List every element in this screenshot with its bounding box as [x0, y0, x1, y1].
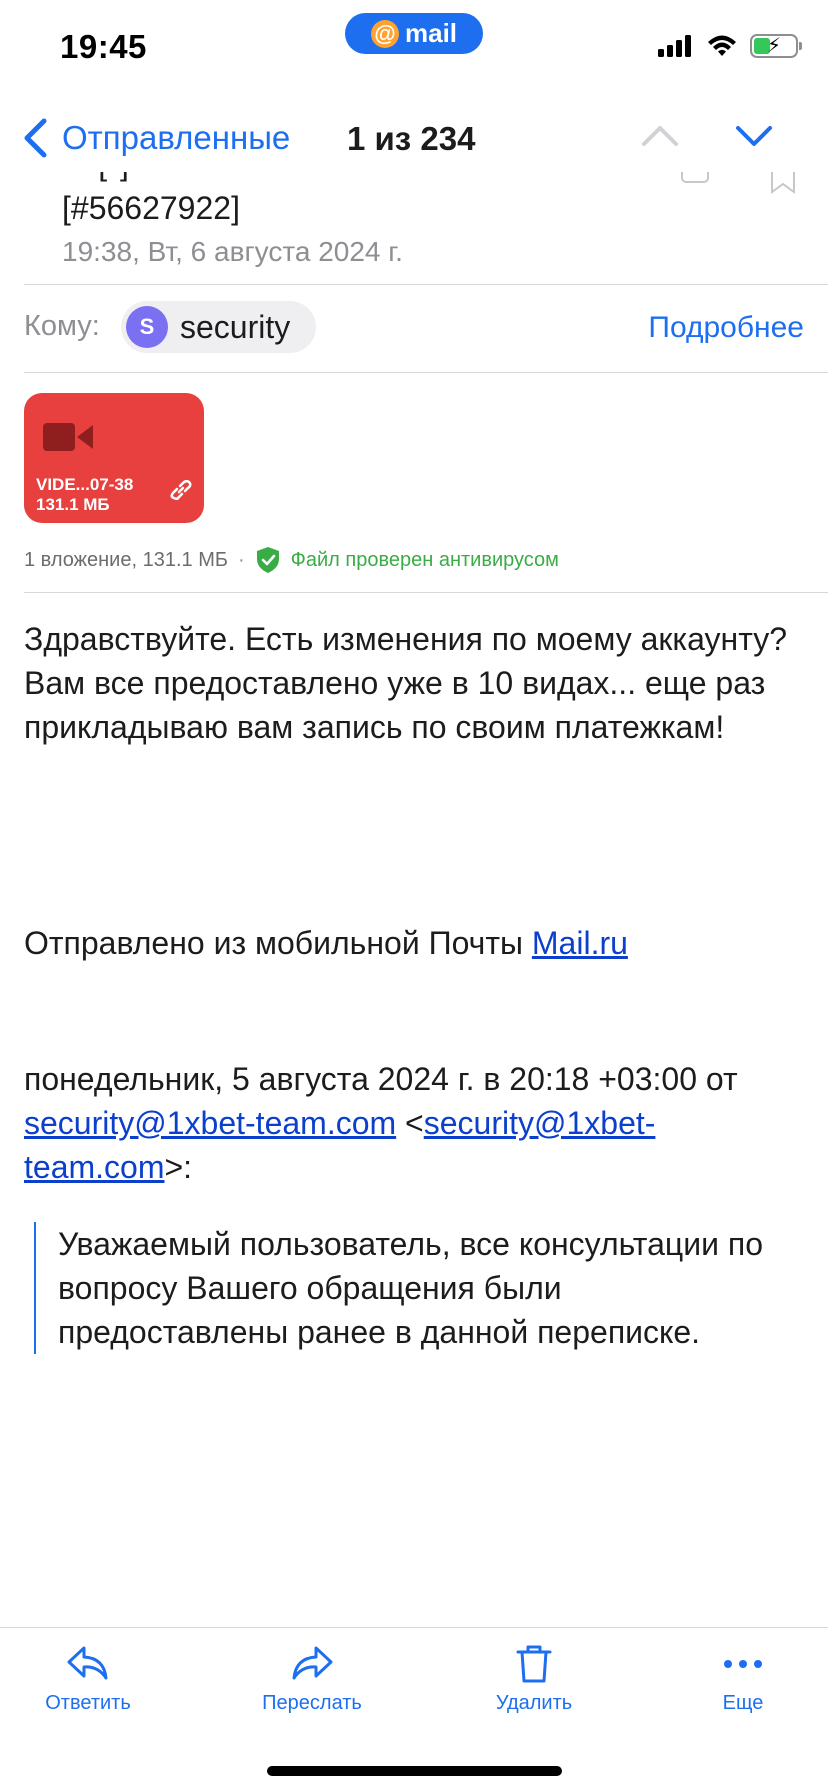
trash-icon: [516, 1645, 552, 1683]
at-icon: @: [370, 19, 399, 48]
divider: [24, 592, 828, 593]
back-label: Отправленные: [62, 119, 291, 156]
chevron-left-icon: [24, 118, 47, 158]
delete-button[interactable]: Удалить: [454, 1644, 614, 1715]
separator: ·: [237, 548, 245, 571]
status-bar: 19:45 @ mail ⚡: [0, 0, 828, 100]
message-subject: [#56627922]: [62, 190, 240, 226]
mailru-link[interactable]: Mail.ru: [532, 925, 628, 961]
forward-button[interactable]: Переслать: [232, 1644, 392, 1715]
divider: [24, 372, 828, 373]
sender-email-link[interactable]: security@1xbet-team.com: [24, 1105, 396, 1141]
cellular-signal-icon: [658, 35, 691, 57]
link-icon[interactable]: [168, 477, 194, 503]
more-label: Еще: [722, 1692, 764, 1714]
avatar: S: [126, 306, 168, 348]
signature-text: Отправлено из мобильной Почты: [24, 925, 532, 961]
quoted-message: Уважаемый пользователь, все консультации…: [34, 1222, 794, 1354]
video-camera-icon: [43, 423, 93, 451]
battery-icon: ⚡: [750, 34, 802, 58]
mail-pill-label: mail: [404, 18, 458, 48]
message-date: 19:38, Вт, 6 августа 2024 г.: [62, 236, 403, 267]
attachment-summary: 1 вложение, 131.1 МБ: [24, 548, 228, 571]
reply-label: Ответить: [45, 1692, 131, 1714]
attachment-meta: 1 вложение, 131.1 МБ · Файл проверен ант…: [24, 546, 559, 574]
status-icons: ⚡: [658, 34, 802, 58]
forward-icon: [292, 1646, 333, 1680]
home-indicator[interactable]: [267, 1766, 562, 1776]
mail-app-pill[interactable]: @ mail: [345, 13, 483, 54]
more-dots-icon: [724, 1660, 762, 1668]
message-body: Здравствуйте. Есть изменения по моему ак…: [24, 621, 787, 745]
quote-lt: <: [396, 1105, 424, 1141]
attachment-size: 131.1 МБ: [36, 495, 110, 514]
attachment-card[interactable]: VIDE...07-38 131.1 МБ: [24, 393, 204, 523]
quote-gt: >:: [164, 1149, 193, 1185]
back-button[interactable]: Отправленные: [22, 118, 290, 158]
reply-button[interactable]: Ответить: [8, 1644, 168, 1715]
flag-icon: [681, 172, 795, 194]
quote-header: понедельник, 5 августа 2024 г. в 20:18 +…: [24, 1057, 814, 1189]
divider: [24, 284, 828, 285]
details-link[interactable]: Подробнее: [648, 311, 804, 345]
to-label: Кому:: [24, 310, 100, 342]
message-nav-bar: Отправленные 1 из 234: [0, 108, 828, 172]
shield-check-icon: [256, 547, 279, 573]
recipient-name: security: [180, 308, 291, 345]
delete-label: Удалить: [495, 1692, 573, 1714]
mail-message-screen: 19:45 @ mail ⚡ Отправленные 1 из 234 [#5…: [0, 0, 828, 1792]
status-time: 19:45: [60, 28, 147, 65]
message-counter: 1 из 234: [347, 120, 476, 157]
header-actions-clipped: [680, 172, 800, 196]
signature: Отправлено из мобильной Почты Mail.ru: [24, 925, 628, 962]
wifi-icon: [708, 35, 736, 56]
next-message-button[interactable]: [734, 122, 774, 150]
recipient-chip[interactable]: S security: [121, 301, 317, 353]
attachment-name: VIDE...07-38: [36, 475, 134, 494]
reply-icon: [67, 1646, 108, 1680]
forward-label: Переслать: [262, 1692, 362, 1714]
subject-clipped-line: ·· [ ] ······ ·· ·· ·· ·· ·: [62, 172, 662, 188]
previous-message-button[interactable]: [640, 122, 680, 150]
quote-header-text: понедельник, 5 августа 2024 г. в 20:18 +…: [24, 1061, 738, 1097]
antivirus-status: Файл проверен антивирусом: [290, 548, 559, 571]
more-button[interactable]: Еще: [663, 1644, 823, 1715]
